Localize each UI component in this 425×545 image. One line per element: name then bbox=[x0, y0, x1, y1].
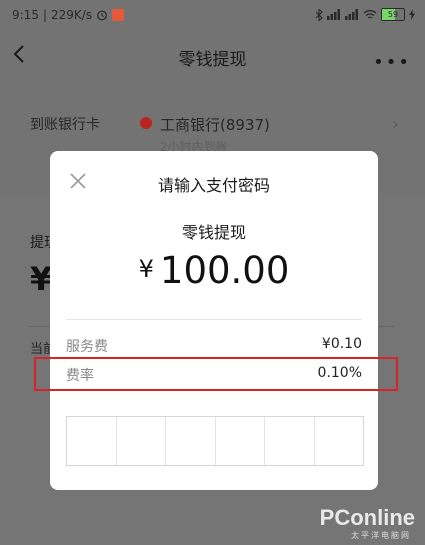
wifi-icon bbox=[363, 10, 377, 19]
payment-password-dialog: 请输入支付密码 零钱提现 ¥100.00 服务费 ¥0.10 费率 0.10% bbox=[50, 151, 378, 490]
status-divider: | bbox=[42, 8, 47, 22]
bank-card-row[interactable]: 到账银行卡 工商银行(8937) 2小时内到账 › bbox=[0, 100, 425, 154]
service-fee-row: 服务费 ¥0.10 bbox=[66, 336, 362, 358]
more-options-icon[interactable]: ••• bbox=[373, 52, 411, 73]
fee-rate-highlight bbox=[34, 357, 398, 391]
bank-logo-icon bbox=[140, 117, 152, 129]
status-left: 9:15 | 229K/s bbox=[12, 8, 125, 22]
bluetooth-icon bbox=[315, 8, 323, 21]
pin-cell[interactable] bbox=[265, 417, 315, 465]
pin-cell[interactable] bbox=[117, 417, 166, 465]
dialog-title: 请输入支付密码 bbox=[157, 176, 270, 195]
amount-currency: ¥ bbox=[30, 260, 53, 298]
watermark-logo: PConline bbox=[319, 505, 415, 530]
dialog-divider bbox=[66, 319, 362, 320]
dialog-subtitle: 零钱提现 bbox=[181, 223, 246, 242]
pin-cell[interactable] bbox=[166, 417, 216, 465]
bank-name: 工商银行(8937) bbox=[160, 116, 270, 134]
bank-card-label: 到账银行卡 bbox=[30, 117, 100, 133]
signal-icon-2 bbox=[345, 9, 358, 20]
chevron-right-icon[interactable]: › bbox=[392, 114, 399, 135]
nav-bar: 零钱提现 ••• bbox=[0, 30, 425, 82]
pin-cell[interactable] bbox=[67, 417, 117, 465]
charging-icon bbox=[409, 9, 415, 20]
network-speed: 229K/s bbox=[51, 8, 93, 22]
signal-icon bbox=[327, 9, 340, 20]
battery-level: 59 bbox=[387, 10, 399, 19]
service-fee-label: 服务费 bbox=[66, 339, 108, 355]
status-time: 9:15 bbox=[12, 8, 39, 22]
pin-cell[interactable] bbox=[315, 417, 364, 465]
status-bar: 9:15 | 229K/s 59 bbox=[0, 0, 425, 30]
amount-value: 100.00 bbox=[159, 249, 290, 292]
watermark-subtext: 太平洋电脑网 bbox=[351, 531, 411, 540]
password-input[interactable] bbox=[66, 416, 364, 466]
service-fee-value: ¥0.10 bbox=[321, 336, 362, 352]
currency-symbol: ¥ bbox=[138, 255, 154, 283]
withdraw-amount: ¥100.00 bbox=[50, 249, 378, 292]
pin-cell[interactable] bbox=[216, 417, 265, 465]
page-title: 零钱提现 bbox=[178, 50, 247, 70]
status-right: 59 bbox=[315, 8, 415, 21]
app-notification-icon bbox=[112, 9, 125, 21]
alarm-icon bbox=[97, 10, 107, 21]
battery-icon: 59 bbox=[381, 8, 405, 21]
